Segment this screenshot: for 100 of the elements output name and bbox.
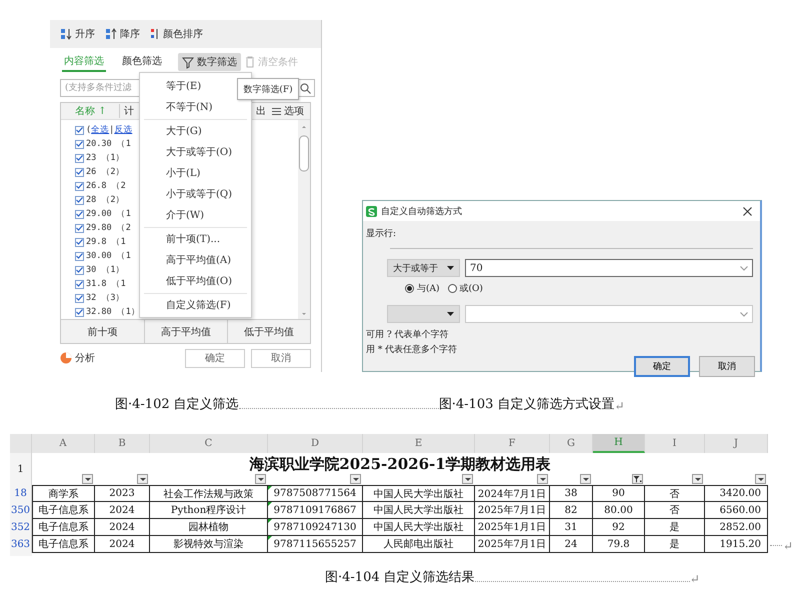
check-icon (76, 267, 83, 273)
row-number[interactable]: 363 (10, 536, 32, 553)
column-header[interactable]: I (645, 434, 705, 453)
menu-item[interactable]: 低于平均值(O) (144, 270, 247, 291)
filter-dropdown-button[interactable] (350, 474, 361, 484)
sort-button[interactable]: 颜色排序 (150, 27, 203, 41)
table-cell: 6560.00 (705, 502, 768, 519)
select-all-link[interactable]: 全选 (91, 124, 110, 136)
ok-button[interactable]: 确定 (634, 356, 690, 377)
table-cell: 中国人民大学出版社 (363, 502, 475, 519)
column-header[interactable]: G (550, 434, 593, 453)
list-item-label[interactable]: 29.8 （1 (86, 236, 126, 248)
checkbox[interactable] (75, 266, 84, 274)
check-icon (76, 197, 83, 203)
check-icon (76, 183, 83, 189)
figure-caption: 图·4-103 自定义筛选方式设置 (438, 396, 614, 413)
table-cell: 2025年7月1日 (475, 502, 550, 519)
checkbox[interactable] (75, 238, 84, 246)
section-label: 显示行: (366, 228, 398, 240)
checkbox[interactable] (75, 280, 84, 288)
row-number[interactable]: 18 (10, 485, 32, 502)
radio-button[interactable]: 或(O) (448, 282, 483, 294)
list-item-label[interactable]: 26 （2） (86, 166, 124, 178)
list-item-label[interactable]: 26.8 （2 (86, 180, 126, 192)
value-field[interactable]: 70 (465, 259, 753, 277)
menu-item[interactable]: 小于或等于(Q) (144, 183, 247, 204)
checkbox[interactable] (75, 154, 84, 162)
list-item-label[interactable]: 23 （1） (86, 152, 124, 164)
column-header[interactable]: F (475, 434, 550, 453)
options-button[interactable]: 选项 (272, 104, 304, 118)
filter-dropdown-button[interactable] (755, 474, 766, 484)
checkbox[interactable] (75, 168, 84, 176)
column-header[interactable]: C (150, 434, 268, 453)
checkbox[interactable] (75, 252, 84, 260)
invert-selection-link[interactable]: 反选 (114, 124, 132, 136)
list-item-label[interactable]: 29.00 （1 (86, 208, 131, 220)
menu-item[interactable]: 自定义筛选(F) (144, 293, 247, 315)
menu-item[interactable]: 大于或等于(O) (144, 141, 247, 162)
checkbox[interactable] (75, 210, 84, 218)
list-item-label[interactable]: 31.8 （1 (86, 278, 126, 290)
filter-dropdown-button[interactable] (692, 474, 703, 484)
filter-dropdown-button[interactable] (462, 474, 473, 484)
menu-item[interactable]: 小于(L) (144, 162, 247, 183)
checkbox[interactable] (75, 140, 84, 148)
check-icon (76, 169, 83, 175)
radio-circle[interactable] (405, 284, 414, 292)
value-field[interactable] (465, 305, 753, 323)
column-header[interactable]: D (268, 434, 363, 453)
row-number[interactable]: 350 (10, 502, 32, 519)
operator-dropdown[interactable]: 大于或等于 (387, 259, 460, 277)
menu-item[interactable]: 高于平均值(A) (144, 249, 247, 270)
figure-caption: 图·4-102 自定义筛选 (115, 396, 239, 413)
cancel-button[interactable]: 取消 (251, 348, 311, 368)
list-item-label[interactable]: 29.80 （2 (86, 222, 131, 234)
checkbox[interactable] (75, 126, 84, 134)
filter-dropdown-button[interactable] (580, 474, 591, 484)
sort-button[interactable]: 升序 (60, 27, 95, 41)
filter-dropdown-button[interactable] (137, 474, 148, 484)
filter-dropdown-button[interactable] (82, 474, 93, 484)
filter-dropdown-button[interactable] (255, 474, 266, 484)
menu-item[interactable]: 大于(G) (144, 119, 247, 141)
table-cell: 是 (645, 519, 705, 536)
check-icon (76, 211, 83, 217)
table-cell: 2025年1月1日 (475, 519, 550, 536)
menu-item[interactable]: 介于(W) (144, 204, 247, 225)
analysis-button[interactable]: 分析 (60, 351, 95, 365)
table-cell: 否 (645, 502, 705, 519)
filter-tab[interactable]: 颜色筛选 (120, 52, 164, 72)
checkbox[interactable] (75, 308, 84, 316)
table-cell: 92 (593, 519, 645, 536)
row-number[interactable]: 352 (10, 519, 32, 536)
checkbox[interactable] (75, 224, 84, 232)
column-header[interactable]: 出 (256, 104, 266, 118)
column-header[interactable]: A (32, 434, 95, 453)
checkbox[interactable] (75, 196, 84, 204)
list-item-label[interactable]: 20.30 （1 (86, 138, 131, 150)
ok-button[interactable]: 确定 (185, 348, 245, 368)
sort-ascending-icon (60, 28, 72, 40)
number-filter-button[interactable]: 数字筛选 (178, 53, 241, 71)
column-header[interactable]: B (95, 434, 150, 453)
list-item-label[interactable]: 28 （2） (86, 194, 124, 206)
dropdown-arrow-icon (352, 478, 358, 480)
check-icon (76, 239, 83, 245)
sort-button[interactable]: 降序 (105, 27, 140, 41)
radio-button[interactable]: 与(A) (405, 282, 440, 294)
list-item-label[interactable]: 30 （1） (86, 264, 124, 276)
checkbox[interactable] (75, 182, 84, 190)
cancel-button[interactable]: 取消 (699, 356, 755, 377)
column-header[interactable]: J (705, 434, 768, 453)
list-item-label[interactable]: 32.80 （1） (86, 306, 140, 318)
checkbox[interactable] (75, 294, 84, 302)
menu-item[interactable]: 前十项(T)... (144, 227, 247, 249)
row-number[interactable]: 1 (10, 453, 32, 485)
radio-circle[interactable] (448, 284, 457, 292)
list-item-label[interactable]: 32 （3） (86, 292, 124, 304)
filter-dropdown-button[interactable] (632, 474, 643, 484)
list-item-label[interactable]: 30.00 （1 (86, 250, 131, 262)
column-header[interactable]: E (363, 434, 475, 453)
filter-dropdown-button[interactable] (537, 474, 548, 484)
pie-chart-icon (60, 352, 72, 364)
